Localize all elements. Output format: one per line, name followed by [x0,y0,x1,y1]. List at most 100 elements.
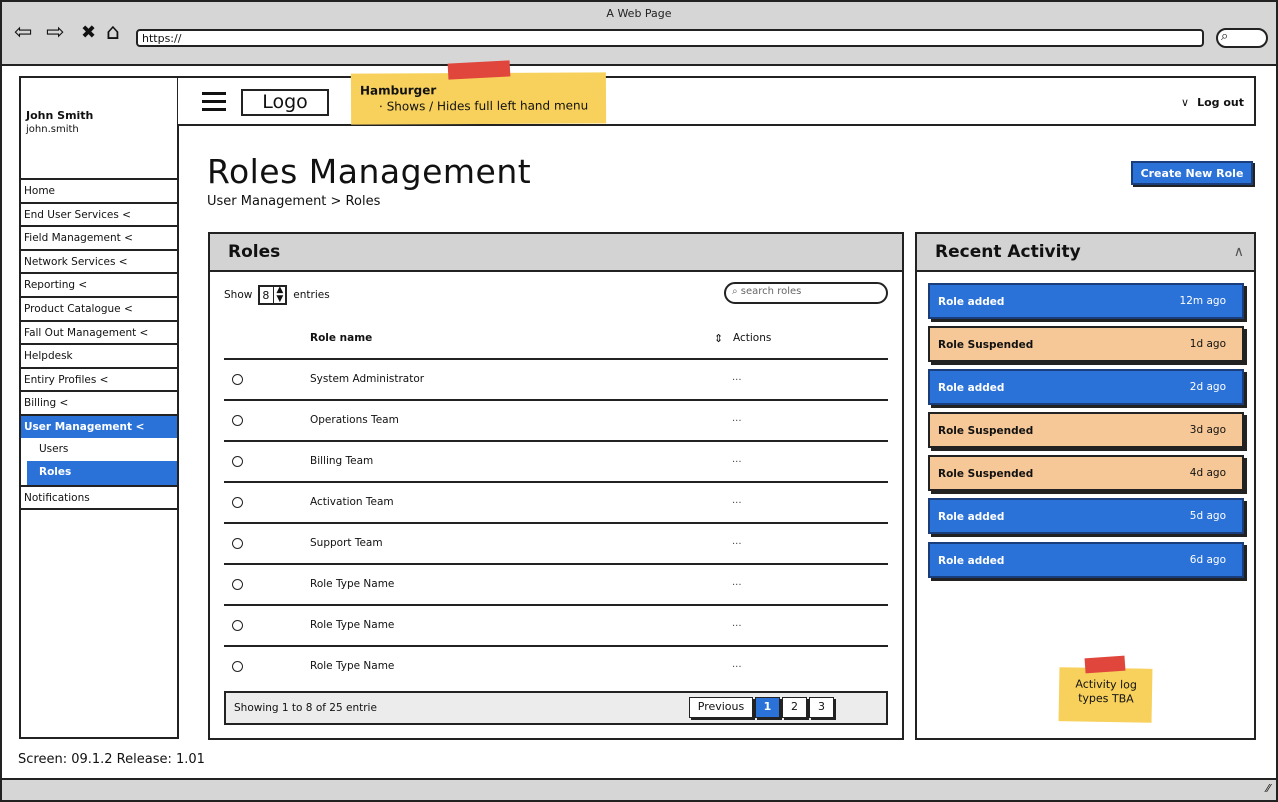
user-login: john.smith [26,124,79,135]
collapse-icon[interactable]: ∧ [1234,244,1244,260]
hamburger-icon[interactable] [202,92,226,112]
activity-label: Role added [938,382,1005,394]
table-row[interactable]: Support Team ... [224,524,888,565]
recent-activity-title: Recent Activity [917,234,1254,272]
activity-item[interactable]: Role added 5d ago [928,498,1244,534]
row-radio[interactable] [232,620,243,631]
sidebar-item-field-management[interactable]: Field Management < [21,225,177,249]
roles-panel: Roles Show 8 ▲ ▼ entries ⌕ search roles R… [208,232,904,740]
entries-control: Show 8 ▲ ▼ entries [224,285,330,305]
activity-label: Role added [938,511,1005,523]
url-bar[interactable]: https:// [136,29,1204,47]
row-actions[interactable]: ... [732,536,742,547]
activity-time: 12m ago [1179,295,1226,307]
page-button-3[interactable]: 3 [809,697,834,718]
row-radio[interactable] [232,661,243,672]
activity-label: Role Suspended [938,339,1034,351]
logo: Logo [241,89,329,116]
search-placeholder: search roles [740,286,802,297]
activity-time: 4d ago [1189,467,1226,479]
resize-grip-icon[interactable]: ⁄⁄ [1266,782,1270,795]
forward-icon[interactable]: ⇨ [46,22,64,44]
table-row[interactable]: Role Type Name ... [224,565,888,606]
activity-item[interactable]: Role added 2d ago [928,369,1244,405]
sidebar-item-end-user-services[interactable]: End User Services < [21,201,177,226]
page-title: Roles Management [207,152,532,191]
sidebar-item-network-services[interactable]: Network Services < [21,248,177,273]
sidebar-item-product-catalogue[interactable]: Product Catalogue < [21,295,177,320]
browser-statusbar: ⁄⁄ [2,778,1276,800]
row-radio[interactable] [232,579,243,590]
activity-label: Role Suspended [938,425,1034,437]
stepper-arrows-icon[interactable]: ▲ ▼ [273,286,283,304]
row-radio[interactable] [232,538,243,549]
browser-titlebar: A Web Page ⇦ ⇨ ✖ ⌂ https:// ⌕ [2,2,1276,66]
row-radio[interactable] [232,456,243,467]
show-label: Show [224,289,253,301]
roles-panel-title: Roles [210,234,902,272]
window-title: A Web Page [606,7,672,20]
row-radio[interactable] [232,374,243,385]
activity-item[interactable]: Role Suspended 4d ago [928,455,1244,491]
page-button-1[interactable]: 1 [755,697,780,718]
home-icon[interactable]: ⌂ [106,22,120,44]
browser-search[interactable]: ⌕ [1216,28,1268,48]
sidebar-subitem-users[interactable]: Users [27,438,177,462]
sticky-tape [1084,655,1126,674]
sidebar-subitem-roles[interactable]: Roles [27,461,177,485]
table-row[interactable]: Billing Team ... [224,442,888,483]
activity-time: 5d ago [1189,510,1226,522]
sidebar-item-home[interactable]: Home [21,178,177,202]
activity-label: Role added [938,555,1005,567]
logout-button[interactable]: ∨ Log out [1181,96,1244,109]
sidebar-item-reporting[interactable]: Reporting < [21,272,177,296]
row-actions[interactable]: ... [732,659,742,670]
table-row[interactable]: Role Type Name ... [224,606,888,647]
row-radio[interactable] [232,497,243,508]
activity-item[interactable]: Role added 6d ago [928,542,1244,578]
entries-value: 8 [262,288,270,302]
row-actions[interactable]: ... [732,413,742,424]
table-row[interactable]: Role Type Name ... [224,647,888,688]
col-role-name[interactable]: Role name [310,332,372,344]
screen-info: Screen: 09.1.2 Release: 1.01 [18,752,205,767]
pagination: Previous 1 2 3 [689,697,836,718]
search-roles-input[interactable]: ⌕ search roles [724,282,888,304]
entries-stepper[interactable]: 8 ▲ ▼ [258,285,288,305]
col-actions: Actions [733,332,772,344]
row-actions[interactable]: ... [732,618,742,629]
breadcrumb[interactable]: User Management > Roles [207,194,380,209]
close-icon[interactable]: ✖ [81,22,96,44]
sidebar-item-notifications[interactable]: Notifications [21,484,177,509]
create-new-role-button[interactable]: Create New Role [1131,161,1253,185]
row-radio[interactable] [232,415,243,426]
page-button-2[interactable]: 2 [782,697,807,718]
sidebar-item-helpdesk[interactable]: Helpdesk [21,343,177,367]
back-icon[interactable]: ⇦ [14,22,32,44]
table-footer: Showing 1 to 8 of 25 entrie Previous 1 2… [224,691,888,725]
row-actions[interactable]: ... [732,577,742,588]
sort-icon[interactable]: ⇕ [714,332,723,345]
row-actions[interactable]: ... [732,454,742,465]
table-row[interactable]: Activation Team ... [224,483,888,524]
table-row[interactable]: System Administrator ... [224,360,888,401]
table-row[interactable]: Operations Team ... [224,401,888,442]
activity-item[interactable]: Role Suspended 1d ago [928,326,1244,362]
user-name: John Smith [26,109,94,122]
sidebar-item-entiry-profiles[interactable]: Entiry Profiles < [21,366,177,391]
row-actions[interactable]: ... [732,372,742,383]
sidebar-item-billing[interactable]: Billing < [21,390,177,414]
activity-item[interactable]: Role added 12m ago [928,283,1244,319]
role-name: Role Type Name [310,660,395,672]
previous-page-button[interactable]: Previous [689,697,753,718]
sidebar-item-fall-out-management[interactable]: Fall Out Management < [21,319,177,344]
sidebar-item-user-management[interactable]: User Management < [21,413,177,438]
row-actions[interactable]: ... [732,495,742,506]
app-header: Logo ∨ Log out [178,76,1256,126]
logout-label: Log out [1197,96,1244,109]
search-icon: ⌕ [732,286,738,297]
activity-label: Role Suspended [938,468,1034,480]
sidebar-menu: Home End User Services < Field Managemen… [21,178,177,511]
sticky-note-title: Hamburger [359,83,437,98]
activity-item[interactable]: Role Suspended 3d ago [928,412,1244,448]
